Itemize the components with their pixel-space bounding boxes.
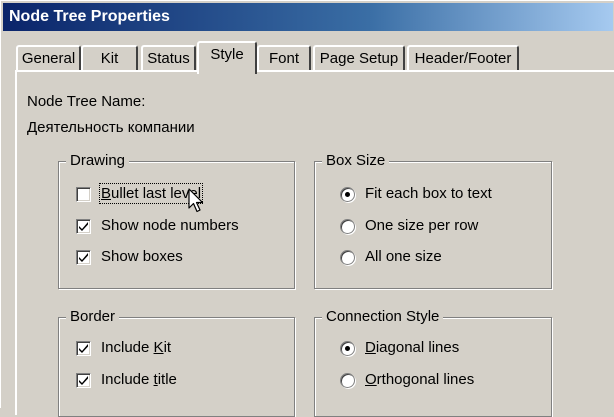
node-tree-name-value: Деятельность компании xyxy=(27,119,195,136)
tab-label: Kit xyxy=(100,50,119,67)
tab-label: Header/Footer xyxy=(414,50,512,67)
check-mark-icon xyxy=(79,344,88,353)
border-group: Border Include Kit Include title xyxy=(58,308,295,417)
radio-dot-icon xyxy=(345,346,350,351)
connection-style-group-title: Connection Style xyxy=(322,308,444,326)
include-title-label: Include title xyxy=(101,371,177,388)
window-title: Node Tree Properties xyxy=(9,8,170,25)
mnemonic-char: K xyxy=(153,339,164,356)
radio-button xyxy=(340,219,355,234)
tab-header-footer[interactable]: Header/Footer xyxy=(407,45,519,71)
checkbox-box xyxy=(76,187,91,202)
fit-each-box-label: Fit each box to text xyxy=(365,185,492,202)
mouse-pointer-icon xyxy=(188,188,204,213)
checkbox-box xyxy=(76,341,91,356)
diagonal-lines-label: Diagonal lines xyxy=(365,339,459,356)
checkbox-box xyxy=(76,373,91,388)
check-mark-icon xyxy=(79,253,88,262)
dialog-window: Node Tree Properties General Kit Status … xyxy=(0,0,614,417)
tab-label: Style xyxy=(210,46,244,63)
label-post: itle xyxy=(157,371,177,388)
box-size-group: Box Size Fit each box to text One size p… xyxy=(314,152,552,289)
tab-page-setup[interactable]: Page Setup xyxy=(313,45,405,71)
drawing-group-title: Drawing xyxy=(66,152,130,170)
mnemonic-char: D xyxy=(365,339,376,356)
check-mark-icon xyxy=(79,222,88,231)
border-group-title: Border xyxy=(66,308,120,326)
include-kit-label: Include Kit xyxy=(101,339,171,356)
title-bar[interactable]: Node Tree Properties xyxy=(3,3,613,31)
tab-font[interactable]: Font xyxy=(257,45,311,71)
radio-button xyxy=(340,187,355,202)
tab-label: Page Setup xyxy=(319,50,399,67)
label-pre: Include xyxy=(101,371,154,388)
node-tree-name-label: Node Tree Name: xyxy=(27,93,146,110)
tab-label: General xyxy=(21,50,76,67)
tab-label: Font xyxy=(268,50,299,67)
label-post: rthogonal lines xyxy=(376,371,475,388)
one-size-per-row-label: One size per row xyxy=(365,217,479,234)
label-post: it xyxy=(163,339,172,356)
orthogonal-lines-label: Orthogonal lines xyxy=(365,371,474,388)
radio-button xyxy=(340,373,355,388)
all-one-size-label: All one size xyxy=(365,248,442,265)
tab-general[interactable]: General xyxy=(16,45,81,71)
show-boxes-label: Show boxes xyxy=(101,248,183,265)
mnemonic-char: B xyxy=(101,185,112,202)
label-pre: Include xyxy=(101,339,154,356)
tab-kit[interactable]: Kit xyxy=(81,45,138,71)
tab-status[interactable]: Status xyxy=(141,45,196,71)
tab-label: Status xyxy=(147,50,190,67)
mnemonic-char: O xyxy=(365,371,377,388)
check-mark-icon xyxy=(79,376,88,385)
tab-style[interactable]: Style xyxy=(197,41,257,74)
show-node-numbers-label: Show node numbers xyxy=(101,217,239,234)
radio-dot-icon xyxy=(345,192,350,197)
bullet-last-level-label: Bullet last level xyxy=(98,183,204,204)
radio-button xyxy=(340,341,355,356)
connection-style-group: Connection Style Diagonal lines Orthogon… xyxy=(314,308,552,417)
checkbox-box xyxy=(76,219,91,234)
drawing-group: Drawing Bullet last level Show node numb… xyxy=(58,152,295,289)
label-post: iagonal lines xyxy=(375,339,460,356)
box-size-group-title: Box Size xyxy=(322,152,390,170)
radio-button xyxy=(340,250,355,265)
checkbox-box xyxy=(76,250,91,265)
